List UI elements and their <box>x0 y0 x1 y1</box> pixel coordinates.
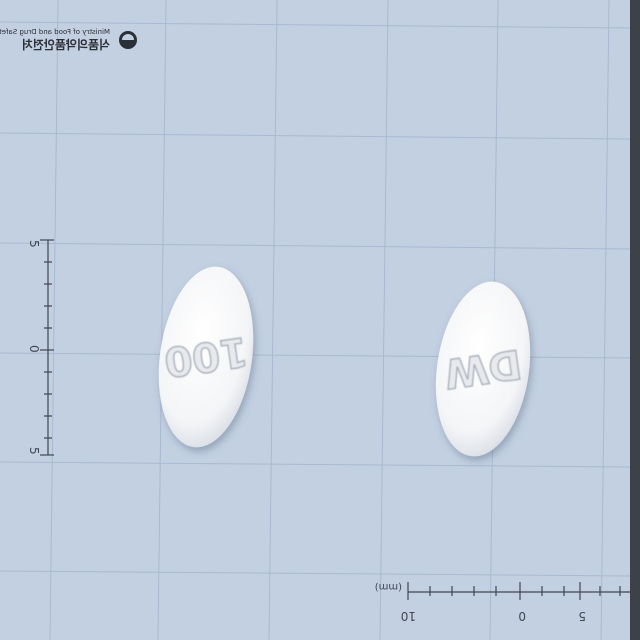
background-board <box>0 0 640 640</box>
board-edge <box>630 0 640 640</box>
ruler-bottom-unit: (mm) <box>375 581 402 592</box>
ruler-bottom-label-0: 0 <box>518 609 526 623</box>
ruler-left-label-mid: 0 <box>27 345 41 353</box>
watermark-korean: 식품의약품안전처 <box>22 37 110 52</box>
ruler-left-label-bottom: 5 <box>27 447 41 455</box>
ruler-bottom-label-5: 5 <box>578 609 586 623</box>
ruler-left-label-top: 5 <box>27 240 41 248</box>
watermark-english: Ministry of Food and Drug Safety <box>0 28 110 36</box>
ruler-bottom-label-10: 10 <box>401 609 416 623</box>
photo-scene: Ministry of Food and Drug Safety 식품의약품안전… <box>0 0 640 640</box>
